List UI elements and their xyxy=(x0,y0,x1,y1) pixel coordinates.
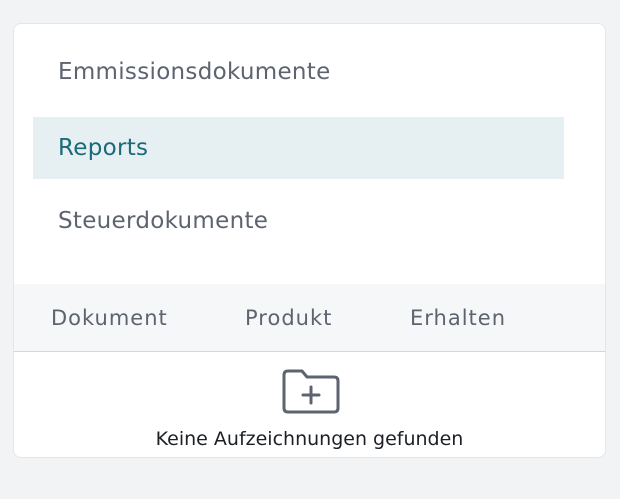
table-header: Dokument Produkt Erhalten xyxy=(14,284,605,352)
column-header-erhalten[interactable]: Erhalten xyxy=(410,284,506,352)
column-header-produkt[interactable]: Produkt xyxy=(245,284,332,352)
empty-state-message: Keine Aufzeichnungen gefunden xyxy=(155,428,464,450)
column-header-dokument[interactable]: Dokument xyxy=(51,284,168,352)
tab-emmissionsdokumente[interactable]: Emmissionsdokumente xyxy=(33,41,564,103)
tab-label: Reports xyxy=(58,135,149,161)
documents-card: Emmissionsdokumente Reports Steuerdokume… xyxy=(13,23,606,458)
folder-plus-icon xyxy=(282,369,340,414)
tab-reports[interactable]: Reports xyxy=(33,117,564,179)
tab-label: Steuerdokumente xyxy=(58,208,269,234)
tab-label: Emmissionsdokumente xyxy=(58,59,331,85)
tab-steuerdokumente[interactable]: Steuerdokumente xyxy=(33,190,564,252)
